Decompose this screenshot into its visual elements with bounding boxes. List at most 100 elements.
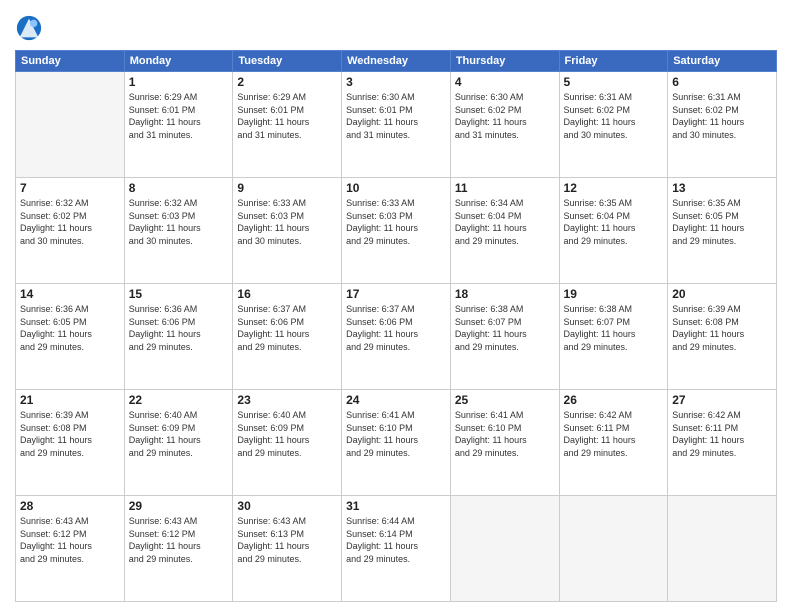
calendar-day-cell: 30Sunrise: 6:43 AMSunset: 6:13 PMDayligh… (233, 496, 342, 602)
day-info: Sunrise: 6:29 AMSunset: 6:01 PMDaylight:… (129, 91, 229, 141)
header (15, 10, 777, 42)
calendar-week-row: 7 Sunrise: 6:32 AMSunset: 6:02 PMDaylight… (16, 178, 777, 284)
day-info: Sunrise: 6:39 AMSunset: 6:08 PMDaylight:… (672, 303, 772, 353)
day-number: 11 (455, 181, 555, 195)
calendar-day-cell: 5Sunrise: 6:31 AMSunset: 6:02 PMDaylight… (559, 72, 668, 178)
day-number: 7 (20, 181, 120, 195)
day-number: 22 (129, 393, 229, 407)
calendar-day-cell: 3 Sunrise: 6:30 AMSunset: 6:01 PMDaylight… (342, 72, 451, 178)
calendar-day-header: Monday (124, 51, 233, 72)
day-number: 20 (672, 287, 772, 301)
calendar-day-cell: 21 Sunrise: 6:39 AMSunset: 6:08 PMDayligh… (16, 390, 125, 496)
day-info: Sunrise: 6:39 AMSunset: 6:08 PMDaylight:… (20, 409, 120, 459)
calendar-week-row: 21 Sunrise: 6:39 AMSunset: 6:08 PMDayligh… (16, 390, 777, 496)
day-number: 13 (672, 181, 772, 195)
day-number: 31 (346, 499, 446, 513)
calendar-day-cell: 23 Sunrise: 6:40 AMSunset: 6:09 PMDayligh… (233, 390, 342, 496)
calendar-day-header: Tuesday (233, 51, 342, 72)
day-info: Sunrise: 6:32 AMSunset: 6:02 PMDaylight:… (20, 197, 120, 247)
day-info: Sunrise: 6:33 AMSunset: 6:03 PMDaylight:… (346, 197, 446, 247)
calendar-day-cell: 22 Sunrise: 6:40 AMSunset: 6:09 PMDayligh… (124, 390, 233, 496)
day-number: 2 (237, 75, 337, 89)
calendar-day-cell: 31 Sunrise: 6:44 AMSunset: 6:14 PMDayligh… (342, 496, 451, 602)
day-info: Sunrise: 6:36 AMSunset: 6:06 PMDaylight:… (129, 303, 229, 353)
day-number: 29 (129, 499, 229, 513)
calendar-day-header: Sunday (16, 51, 125, 72)
calendar-day-cell: 17 Sunrise: 6:37 AMSunset: 6:06 PMDayligh… (342, 284, 451, 390)
day-info: Sunrise: 6:41 AMSunset: 6:10 PMDaylight:… (455, 409, 555, 459)
calendar-day-cell (450, 496, 559, 602)
day-number: 25 (455, 393, 555, 407)
day-info: Sunrise: 6:30 AMSunset: 6:01 PMDaylight:… (346, 91, 446, 141)
day-info: Sunrise: 6:31 AMSunset: 6:02 PMDaylight:… (564, 91, 664, 141)
day-number: 15 (129, 287, 229, 301)
day-number: 10 (346, 181, 446, 195)
calendar-day-cell: 26 Sunrise: 6:42 AMSunset: 6:11 PMDayligh… (559, 390, 668, 496)
calendar-week-row: 14 Sunrise: 6:36 AMSunset: 6:05 PMDayligh… (16, 284, 777, 390)
day-number: 17 (346, 287, 446, 301)
calendar-day-cell: 4Sunrise: 6:30 AMSunset: 6:02 PMDaylight… (450, 72, 559, 178)
calendar-day-cell: 19 Sunrise: 6:38 AMSunset: 6:07 PMDayligh… (559, 284, 668, 390)
day-number: 21 (20, 393, 120, 407)
calendar-day-cell: 1 Sunrise: 6:29 AMSunset: 6:01 PMDaylight… (124, 72, 233, 178)
day-number: 16 (237, 287, 337, 301)
calendar-week-row: 28 Sunrise: 6:43 AMSunset: 6:12 PMDayligh… (16, 496, 777, 602)
day-info: Sunrise: 6:40 AMSunset: 6:09 PMDaylight:… (237, 409, 337, 459)
page: SundayMondayTuesdayWednesdayThursdayFrid… (0, 0, 792, 612)
day-info: Sunrise: 6:36 AMSunset: 6:05 PMDaylight:… (20, 303, 120, 353)
calendar-day-header: Wednesday (342, 51, 451, 72)
day-number: 3 (346, 75, 446, 89)
day-number: 18 (455, 287, 555, 301)
day-number: 6 (672, 75, 772, 89)
calendar-day-cell: 14 Sunrise: 6:36 AMSunset: 6:05 PMDayligh… (16, 284, 125, 390)
calendar-day-cell: 12 Sunrise: 6:35 AMSunset: 6:04 PMDayligh… (559, 178, 668, 284)
day-info: Sunrise: 6:33 AMSunset: 6:03 PMDaylight:… (237, 197, 337, 247)
day-number: 1 (129, 75, 229, 89)
day-number: 8 (129, 181, 229, 195)
calendar-day-cell: 9Sunrise: 6:33 AMSunset: 6:03 PMDaylight… (233, 178, 342, 284)
day-info: Sunrise: 6:37 AMSunset: 6:06 PMDaylight:… (346, 303, 446, 353)
day-info: Sunrise: 6:37 AMSunset: 6:06 PMDaylight:… (237, 303, 337, 353)
day-info: Sunrise: 6:38 AMSunset: 6:07 PMDaylight:… (455, 303, 555, 353)
calendar-header-row: SundayMondayTuesdayWednesdayThursdayFrid… (16, 51, 777, 72)
calendar-day-cell: 8 Sunrise: 6:32 AMSunset: 6:03 PMDaylight… (124, 178, 233, 284)
calendar-week-row: 1 Sunrise: 6:29 AMSunset: 6:01 PMDaylight… (16, 72, 777, 178)
day-number: 26 (564, 393, 664, 407)
calendar-day-cell: 24Sunrise: 6:41 AMSunset: 6:10 PMDayligh… (342, 390, 451, 496)
calendar-day-cell: 18 Sunrise: 6:38 AMSunset: 6:07 PMDayligh… (450, 284, 559, 390)
calendar-day-cell: 11 Sunrise: 6:34 AMSunset: 6:04 PMDayligh… (450, 178, 559, 284)
day-info: Sunrise: 6:35 AMSunset: 6:05 PMDaylight:… (672, 197, 772, 247)
day-number: 23 (237, 393, 337, 407)
day-number: 28 (20, 499, 120, 513)
calendar-day-cell: 7 Sunrise: 6:32 AMSunset: 6:02 PMDaylight… (16, 178, 125, 284)
calendar-day-cell (559, 496, 668, 602)
calendar-day-header: Friday (559, 51, 668, 72)
calendar-day-cell: 25 Sunrise: 6:41 AMSunset: 6:10 PMDayligh… (450, 390, 559, 496)
calendar-day-cell: 15 Sunrise: 6:36 AMSunset: 6:06 PMDayligh… (124, 284, 233, 390)
day-info: Sunrise: 6:43 AMSunset: 6:12 PMDaylight:… (20, 515, 120, 565)
calendar-day-cell: 10 Sunrise: 6:33 AMSunset: 6:03 PMDayligh… (342, 178, 451, 284)
day-info: Sunrise: 6:34 AMSunset: 6:04 PMDaylight:… (455, 197, 555, 247)
calendar-day-cell: 20 Sunrise: 6:39 AMSunset: 6:08 PMDayligh… (668, 284, 777, 390)
calendar-day-header: Thursday (450, 51, 559, 72)
day-info: Sunrise: 6:40 AMSunset: 6:09 PMDaylight:… (129, 409, 229, 459)
day-info: Sunrise: 6:42 AMSunset: 6:11 PMDaylight:… (672, 409, 772, 459)
calendar-day-cell: 13 Sunrise: 6:35 AMSunset: 6:05 PMDayligh… (668, 178, 777, 284)
day-info: Sunrise: 6:32 AMSunset: 6:03 PMDaylight:… (129, 197, 229, 247)
calendar-day-cell: 29 Sunrise: 6:43 AMSunset: 6:12 PMDayligh… (124, 496, 233, 602)
day-number: 19 (564, 287, 664, 301)
day-number: 14 (20, 287, 120, 301)
logo (15, 14, 47, 42)
calendar-day-cell: 27Sunrise: 6:42 AMSunset: 6:11 PMDayligh… (668, 390, 777, 496)
day-info: Sunrise: 6:43 AMSunset: 6:12 PMDaylight:… (129, 515, 229, 565)
logo-icon (15, 14, 43, 42)
day-info: Sunrise: 6:38 AMSunset: 6:07 PMDaylight:… (564, 303, 664, 353)
calendar-day-cell: 6 Sunrise: 6:31 AMSunset: 6:02 PMDaylight… (668, 72, 777, 178)
day-number: 30 (237, 499, 337, 513)
day-info: Sunrise: 6:31 AMSunset: 6:02 PMDaylight:… (672, 91, 772, 141)
day-number: 12 (564, 181, 664, 195)
day-info: Sunrise: 6:35 AMSunset: 6:04 PMDaylight:… (564, 197, 664, 247)
day-info: Sunrise: 6:44 AMSunset: 6:14 PMDaylight:… (346, 515, 446, 565)
day-info: Sunrise: 6:42 AMSunset: 6:11 PMDaylight:… (564, 409, 664, 459)
calendar-day-cell: 2Sunrise: 6:29 AMSunset: 6:01 PMDaylight… (233, 72, 342, 178)
